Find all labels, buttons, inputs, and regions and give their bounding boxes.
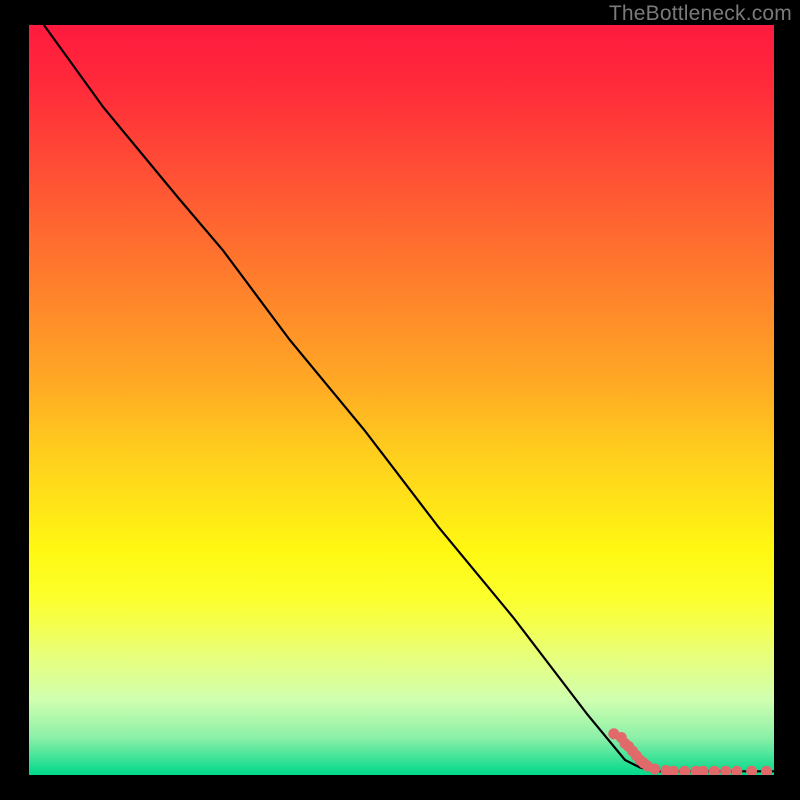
data-point (746, 766, 757, 775)
data-point (761, 766, 772, 775)
chart-container: TheBottleneck.com (0, 0, 800, 800)
watermark-text: TheBottleneck.com (609, 2, 792, 26)
plot-svg (29, 25, 774, 775)
data-point (709, 766, 720, 775)
data-point (731, 766, 742, 775)
curve-line (44, 25, 774, 771)
data-point (649, 764, 660, 775)
data-point (720, 766, 731, 775)
data-point (679, 766, 690, 775)
scatter-points (608, 728, 772, 775)
